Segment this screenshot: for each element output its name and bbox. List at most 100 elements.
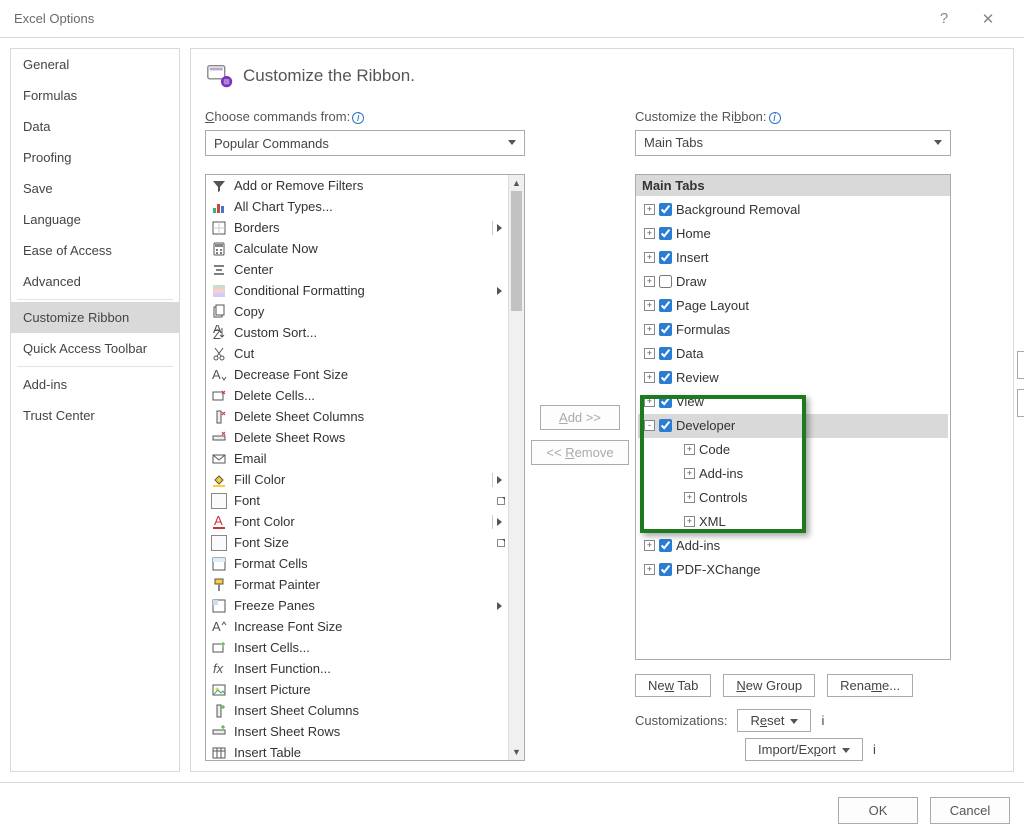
expander-icon[interactable]: +	[644, 372, 655, 383]
tab-checkbox[interactable]	[659, 299, 672, 312]
close-button[interactable]: ✕	[966, 10, 1010, 28]
command-insert-sheet-columns[interactable]: Insert Sheet Columns	[206, 700, 508, 721]
move-up-button[interactable]: ▲	[1017, 351, 1024, 379]
tab-checkbox[interactable]	[659, 323, 672, 336]
customize-ribbon-combo[interactable]: Main Tabs	[635, 130, 951, 156]
command-borders[interactable]: Borders	[206, 217, 508, 238]
tab-checkbox[interactable]	[659, 275, 672, 288]
expander-icon[interactable]: +	[644, 252, 655, 263]
expander-icon[interactable]: +	[644, 204, 655, 215]
tree-node-review[interactable]: +Review	[638, 366, 948, 390]
tree-node-pdf-xchange[interactable]: +PDF-XChange	[638, 558, 948, 582]
tree-node-home[interactable]: +Home	[638, 222, 948, 246]
command-cut[interactable]: Cut	[206, 343, 508, 364]
tree-node-data[interactable]: +Data	[638, 342, 948, 366]
tab-checkbox[interactable]	[659, 227, 672, 240]
help-button[interactable]: ?	[922, 10, 966, 27]
tree-node-xml[interactable]: +XML	[638, 510, 948, 534]
command-add-or-remove-filters[interactable]: Add or Remove Filters	[206, 175, 508, 196]
command-insert-picture[interactable]: Insert Picture	[206, 679, 508, 700]
command-font-size[interactable]: Font Size	[206, 532, 508, 553]
nav-item-quick-access-toolbar[interactable]: Quick Access Toolbar	[11, 333, 179, 364]
scroll-down-button[interactable]: ▼	[509, 744, 524, 760]
cancel-button[interactable]: Cancel	[930, 797, 1010, 824]
command-increase-font-size[interactable]: AIncrease Font Size	[206, 616, 508, 637]
expander-icon[interactable]: +	[644, 276, 655, 287]
command-email[interactable]: Email	[206, 448, 508, 469]
tab-checkbox[interactable]	[659, 371, 672, 384]
command-format-cells[interactable]: Format Cells	[206, 553, 508, 574]
expander-icon[interactable]: +	[684, 492, 695, 503]
tree-node-code[interactable]: +Code	[638, 438, 948, 462]
remove-button[interactable]: << Remove	[531, 440, 628, 465]
tab-checkbox[interactable]	[659, 395, 672, 408]
tab-checkbox[interactable]	[659, 563, 672, 576]
tree-node-add-ins[interactable]: +Add-ins	[638, 462, 948, 486]
import-export-button[interactable]: Import/Export	[745, 738, 863, 761]
expander-icon[interactable]: +	[684, 444, 695, 455]
tree-node-controls[interactable]: +Controls	[638, 486, 948, 510]
command-decrease-font-size[interactable]: ADecrease Font Size	[206, 364, 508, 385]
command-custom-sort-[interactable]: AZCustom Sort...	[206, 322, 508, 343]
nav-item-trust-center[interactable]: Trust Center	[11, 400, 179, 431]
command-delete-sheet-columns[interactable]: Delete Sheet Columns	[206, 406, 508, 427]
nav-item-add-ins[interactable]: Add-ins	[11, 369, 179, 400]
info-icon[interactable]: i	[352, 112, 364, 124]
expander-icon[interactable]: +	[684, 468, 695, 479]
expander-icon[interactable]: +	[644, 324, 655, 335]
expander-icon[interactable]: +	[644, 348, 655, 359]
command-delete-cells-[interactable]: Delete Cells...	[206, 385, 508, 406]
command-freeze-panes[interactable]: Freeze Panes	[206, 595, 508, 616]
add-button[interactable]: Add >>	[540, 405, 620, 430]
scroll-thumb[interactable]	[511, 191, 522, 311]
nav-item-proofing[interactable]: Proofing	[11, 142, 179, 173]
nav-item-general[interactable]: General	[11, 49, 179, 80]
new-tab-button[interactable]: New Tab	[635, 674, 711, 697]
tabs-tree[interactable]: Main Tabs +Background Removal+Home+Inser…	[635, 174, 951, 660]
command-fill-color[interactable]: Fill Color	[206, 469, 508, 490]
tree-node-insert[interactable]: +Insert	[638, 246, 948, 270]
choose-commands-combo[interactable]: Popular Commands	[205, 130, 525, 156]
new-group-button[interactable]: New Group	[723, 674, 815, 697]
command-center[interactable]: Center	[206, 259, 508, 280]
command-insert-table[interactable]: Insert Table	[206, 742, 508, 760]
expander-icon[interactable]: +	[644, 540, 655, 551]
command-insert-function-[interactable]: fxInsert Function...	[206, 658, 508, 679]
command-font-color[interactable]: AFont Color	[206, 511, 508, 532]
tab-checkbox[interactable]	[659, 419, 672, 432]
command-font[interactable]: Font	[206, 490, 508, 511]
tab-checkbox[interactable]	[659, 539, 672, 552]
expander-icon[interactable]: +	[684, 516, 695, 527]
reset-button[interactable]: Reset	[737, 709, 811, 732]
nav-item-save[interactable]: Save	[11, 173, 179, 204]
nav-item-language[interactable]: Language	[11, 204, 179, 235]
expander-icon[interactable]: +	[644, 396, 655, 407]
rename-button[interactable]: Rename...	[827, 674, 913, 697]
tree-node-add-ins[interactable]: +Add-ins	[638, 534, 948, 558]
expander-icon[interactable]: -	[644, 420, 655, 431]
command-insert-cells-[interactable]: Insert Cells...	[206, 637, 508, 658]
command-calculate-now[interactable]: Calculate Now	[206, 238, 508, 259]
nav-item-ease-of-access[interactable]: Ease of Access	[11, 235, 179, 266]
tree-node-page-layout[interactable]: +Page Layout	[638, 294, 948, 318]
tree-node-view[interactable]: +View	[638, 390, 948, 414]
command-delete-sheet-rows[interactable]: Delete Sheet Rows	[206, 427, 508, 448]
ok-button[interactable]: OK	[838, 797, 918, 824]
tab-checkbox[interactable]	[659, 251, 672, 264]
scrollbar[interactable]: ▲ ▼	[508, 175, 524, 760]
commands-listbox[interactable]: Add or Remove Filters All Chart Types...…	[205, 174, 525, 761]
command-format-painter[interactable]: Format Painter	[206, 574, 508, 595]
info-icon[interactable]: i	[821, 713, 824, 728]
tree-node-background-removal[interactable]: +Background Removal	[638, 198, 948, 222]
command-all-chart-types-[interactable]: All Chart Types...	[206, 196, 508, 217]
expander-icon[interactable]: +	[644, 564, 655, 575]
command-conditional-formatting[interactable]: Conditional Formatting	[206, 280, 508, 301]
nav-item-data[interactable]: Data	[11, 111, 179, 142]
tab-checkbox[interactable]	[659, 203, 672, 216]
expander-icon[interactable]: +	[644, 300, 655, 311]
nav-item-formulas[interactable]: Formulas	[11, 80, 179, 111]
scroll-up-button[interactable]: ▲	[509, 175, 524, 191]
move-down-button[interactable]: ▼	[1017, 389, 1024, 417]
nav-item-customize-ribbon[interactable]: Customize Ribbon	[11, 302, 179, 333]
tree-node-developer[interactable]: -Developer	[638, 414, 948, 438]
